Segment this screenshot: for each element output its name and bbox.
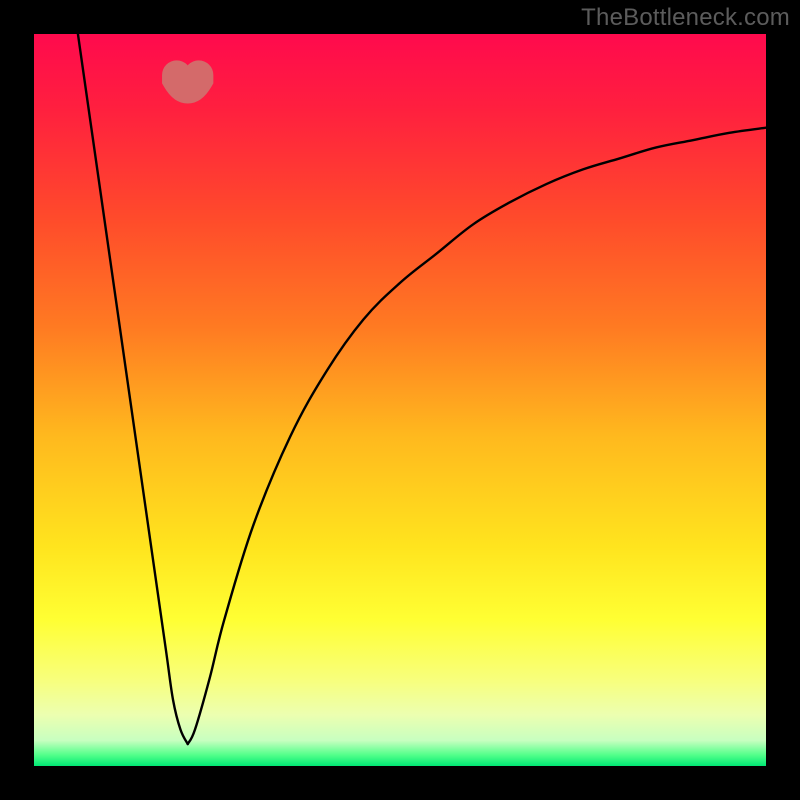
bottleneck-marker — [177, 75, 199, 89]
gradient-bg — [34, 34, 766, 766]
outer-frame: TheBottleneck.com — [0, 0, 800, 800]
plot-area — [34, 34, 766, 766]
watermark-text: TheBottleneck.com — [581, 4, 790, 32]
plot-svg — [34, 34, 766, 766]
